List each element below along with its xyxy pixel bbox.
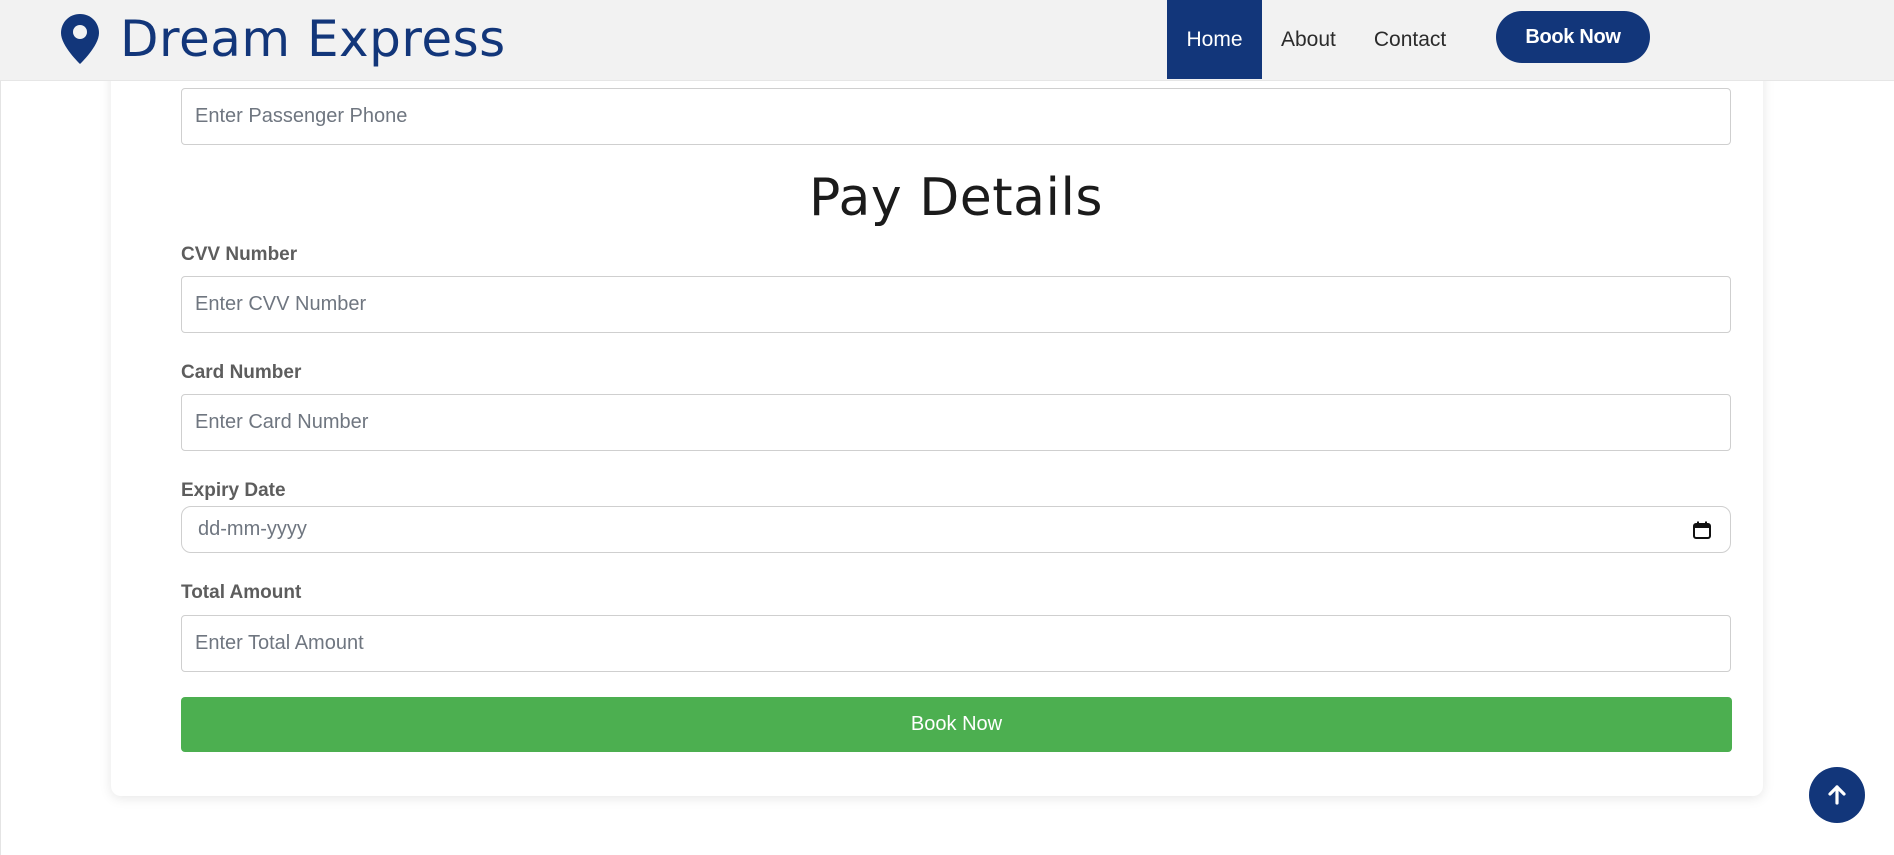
nav-about[interactable]: About bbox=[1262, 0, 1355, 79]
main-nav: Home About Contact bbox=[1167, 0, 1465, 79]
cvv-number-label: CVV Number bbox=[181, 244, 298, 265]
header-book-now-button[interactable]: Book Now bbox=[1496, 11, 1650, 63]
total-amount-input[interactable] bbox=[181, 615, 1731, 672]
expiry-date-input[interactable]: dd-mm-yyyy bbox=[181, 506, 1731, 553]
arrow-up-icon bbox=[1828, 785, 1846, 805]
back-to-top-button[interactable] bbox=[1809, 767, 1865, 823]
nav-home[interactable]: Home bbox=[1167, 0, 1262, 79]
brand-name: Dream Express bbox=[120, 10, 506, 68]
book-now-submit-button[interactable]: Book Now bbox=[181, 697, 1732, 752]
calendar-icon[interactable] bbox=[1692, 520, 1712, 540]
site-header: Dream Express Home About Contact Book No… bbox=[0, 0, 1894, 81]
card-number-label: Card Number bbox=[181, 362, 302, 383]
map-pin-icon bbox=[61, 14, 99, 64]
pay-details-title: Pay Details bbox=[809, 168, 1103, 228]
page-left-border bbox=[0, 80, 1, 855]
total-amount-label: Total Amount bbox=[181, 582, 302, 603]
page: Pay Details CVV Number Card Number Expir… bbox=[0, 0, 1894, 855]
brand-logo-link[interactable]: Dream Express bbox=[60, 10, 506, 68]
card-number-input[interactable] bbox=[181, 394, 1731, 451]
expiry-date-placeholder: dd-mm-yyyy bbox=[198, 518, 307, 540]
cvv-number-input[interactable] bbox=[181, 276, 1731, 333]
expiry-date-label: Expiry Date bbox=[181, 480, 286, 501]
passenger-phone-input[interactable] bbox=[181, 88, 1731, 145]
nav-contact[interactable]: Contact bbox=[1355, 0, 1465, 79]
